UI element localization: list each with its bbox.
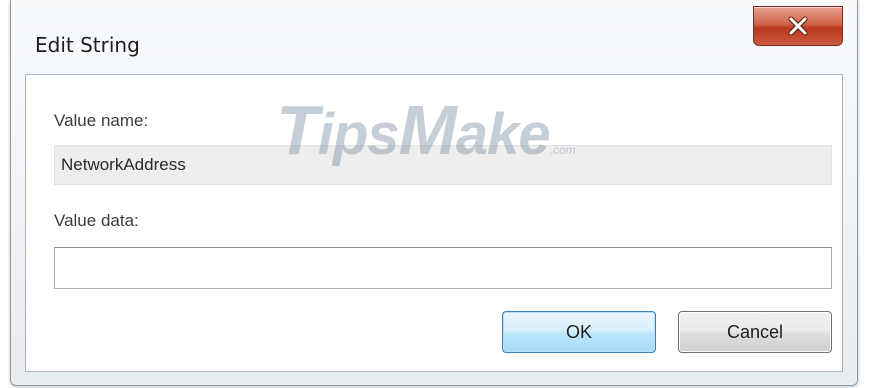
ok-button[interactable]: OK bbox=[502, 311, 656, 353]
value-name-label: Value name: bbox=[54, 111, 149, 130]
close-button[interactable] bbox=[753, 6, 843, 46]
cancel-button[interactable]: Cancel bbox=[678, 311, 832, 353]
dialog-title: Edit String bbox=[35, 33, 140, 57]
value-data-label: Value data: bbox=[54, 211, 139, 230]
title-bar[interactable]: Edit String bbox=[11, 0, 857, 70]
close-x-icon bbox=[788, 16, 808, 36]
value-name-field: NetworkAddress bbox=[54, 145, 832, 185]
edit-string-dialog: Edit String Value name: NetworkAddress V… bbox=[10, 0, 858, 386]
value-data-input[interactable] bbox=[54, 247, 832, 289]
dialog-body: Value name: NetworkAddress Value data: O… bbox=[25, 74, 843, 372]
